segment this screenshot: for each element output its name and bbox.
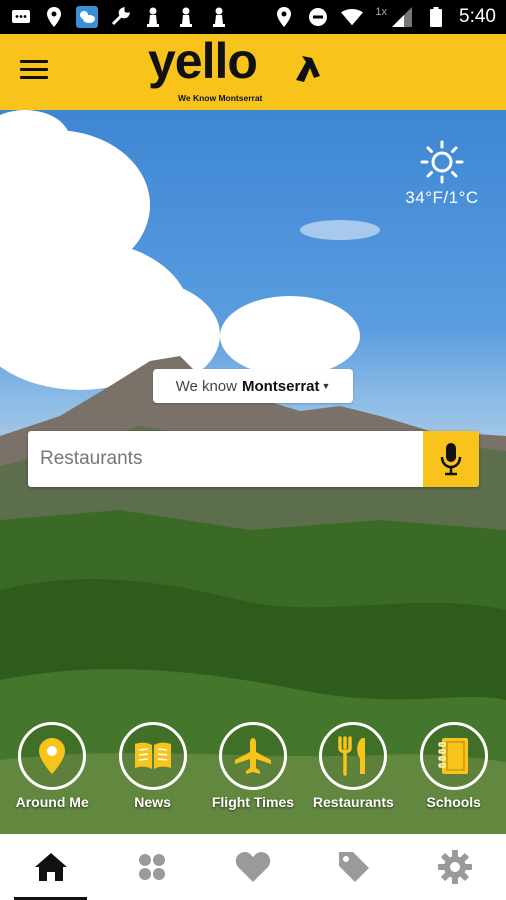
nav-favorites[interactable] <box>202 834 303 900</box>
chess-piece-icon <box>175 6 197 28</box>
search-bar <box>28 431 479 487</box>
menu-line <box>20 68 48 71</box>
quick-action-label: Flight Times <box>211 794 295 810</box>
hero-background: 34°F/1°C We know Montserrat ▼ Restaurant… <box>0 110 506 834</box>
sun-icon <box>420 140 464 184</box>
gps-icon <box>273 6 295 28</box>
status-bar: 1x 5:40 <box>0 0 506 34</box>
app-header: yello We Know Montserrat <box>0 33 506 110</box>
bottom-nav <box>0 834 506 900</box>
quick-action-label: News <box>134 794 171 810</box>
do-not-disturb-icon <box>307 6 329 28</box>
nav-deals[interactable] <box>304 834 405 900</box>
wifi-icon <box>341 6 364 28</box>
quick-actions: Around Me News Flight Times Restaurants … <box>0 722 506 810</box>
signal-icon <box>391 6 413 28</box>
menu-line <box>20 76 48 79</box>
quick-action-label: Schools <box>426 794 481 810</box>
nav-settings[interactable] <box>405 834 506 900</box>
chess-piece-icon <box>142 6 164 28</box>
location-prefix: We know <box>175 377 237 395</box>
grid-dots-icon <box>138 854 165 880</box>
message-icon <box>10 6 32 28</box>
home-icon <box>34 853 67 881</box>
fork-knife-icon <box>338 736 366 776</box>
gear-icon <box>438 850 473 884</box>
nav-categories[interactable] <box>101 834 202 900</box>
quick-action-circle <box>319 722 388 790</box>
location-pin-icon <box>39 738 66 774</box>
quick-action-flight-times[interactable]: Flight Times <box>205 722 301 810</box>
battery-icon <box>425 6 447 28</box>
logo-text: yello <box>148 33 258 89</box>
quick-action-circle <box>218 722 287 790</box>
microphone-icon <box>440 443 462 476</box>
walking-fingers-icon <box>296 56 320 82</box>
nav-home[interactable] <box>0 834 101 900</box>
location-name: Montserrat <box>241 377 320 395</box>
weather-app-icon <box>76 6 98 28</box>
book-icon <box>134 742 171 769</box>
voice-search-button[interactable] <box>423 431 479 487</box>
location-icon <box>43 6 65 28</box>
search-input[interactable] <box>28 431 423 487</box>
clock: 5:40 <box>459 6 496 27</box>
quick-action-around-me[interactable]: Around Me <box>4 722 100 810</box>
quick-action-label: Around Me <box>15 794 89 810</box>
quick-action-circle <box>118 722 187 790</box>
tag-icon <box>339 852 370 882</box>
weather-widget[interactable]: 34°F/1°C <box>400 140 484 208</box>
quick-action-news[interactable]: News <box>105 722 201 810</box>
speed-badge: 1x <box>375 6 388 18</box>
quick-action-circle <box>18 722 87 790</box>
location-selector[interactable]: We know Montserrat ▼ <box>153 369 353 403</box>
temperature: 34°F/1°C <box>405 188 479 207</box>
quick-action-schools[interactable]: Schools <box>406 722 502 810</box>
quick-action-label: Restaurants <box>312 794 394 810</box>
quick-action-restaurants[interactable]: Restaurants <box>305 722 401 810</box>
chess-piece-icon <box>208 6 230 28</box>
heart-icon <box>235 852 271 882</box>
wrench-icon <box>109 6 131 28</box>
notebook-icon <box>438 738 468 774</box>
dropdown-caret-icon: ▼ <box>321 381 331 391</box>
airplane-icon <box>234 738 271 774</box>
menu-button[interactable] <box>20 60 48 84</box>
cloud <box>300 220 380 240</box>
logo-tagline: We Know Montserrat <box>178 93 263 103</box>
quick-action-circle <box>419 722 488 790</box>
menu-line <box>20 60 48 63</box>
yello-logo[interactable]: yello We Know Montserrat <box>148 33 338 108</box>
